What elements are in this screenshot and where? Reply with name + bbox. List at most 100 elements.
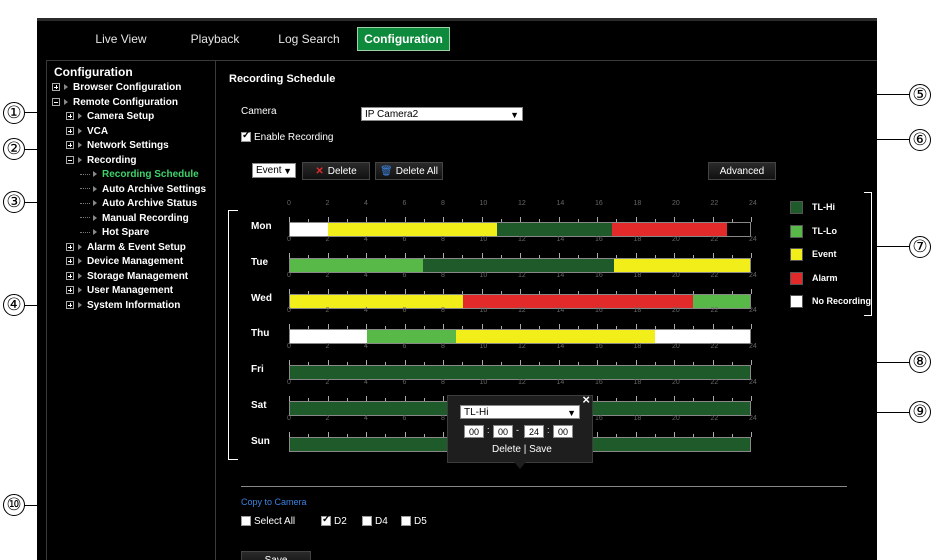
schedule-segment[interactable]: [423, 258, 615, 272]
arrow-icon: [93, 229, 97, 236]
sidebar-item-label: Hot Spare: [102, 227, 150, 238]
popup-separator: |: [523, 444, 527, 455]
plus-icon[interactable]: [66, 242, 74, 251]
record-type-select[interactable]: Event ▼: [252, 163, 296, 178]
schedule-segment[interactable]: [290, 223, 328, 236]
plus-icon[interactable]: [66, 257, 74, 266]
copy-camera-d4[interactable]: D4: [362, 516, 388, 527]
tab-configuration[interactable]: Configuration: [357, 27, 450, 51]
sidebar-item[interactable]: Remote Configuration: [52, 96, 178, 110]
popup-delete-link[interactable]: Delete: [492, 444, 521, 455]
tab-playback[interactable]: Playback: [175, 29, 255, 51]
hour-tick: [751, 217, 752, 222]
sidebar-item[interactable]: Hot Spare: [80, 226, 149, 240]
tab-log-search[interactable]: Log Search: [269, 29, 349, 51]
popup-save-link[interactable]: Save: [529, 444, 552, 455]
schedule-segment[interactable]: [654, 330, 750, 344]
hour-tick-label: 20: [672, 235, 680, 243]
minus-icon[interactable]: [52, 97, 60, 106]
minus-icon[interactable]: [66, 155, 74, 164]
popup-pointer: [514, 462, 526, 469]
sidebar-item[interactable]: Auto Archive Status: [80, 197, 197, 211]
sidebar-item[interactable]: Auto Archive Settings: [80, 183, 206, 197]
sidebar-item-label: Auto Archive Status: [102, 198, 198, 209]
hour-tick-label: 4: [364, 414, 368, 422]
enable-recording-checkbox[interactable]: [241, 130, 251, 143]
sidebar-item[interactable]: Storage Management: [66, 270, 188, 284]
plus-icon[interactable]: [66, 112, 74, 121]
delete-all-button[interactable]: 🗑 Delete All: [375, 162, 443, 180]
delete-button-label: Delete: [327, 166, 357, 177]
hour-tick-label: 8: [441, 343, 445, 351]
sidebar-item[interactable]: System Information: [66, 299, 180, 313]
plus-icon[interactable]: [66, 271, 74, 280]
plus-icon[interactable]: [66, 126, 74, 135]
plus-icon[interactable]: [52, 83, 60, 92]
plus-icon[interactable]: [66, 141, 74, 150]
schedule-segment[interactable]: [290, 258, 424, 272]
popup-type-select[interactable]: TL-Hi ▼: [460, 405, 580, 419]
schedule-segment[interactable]: [692, 294, 750, 308]
select-all-checkbox[interactable]: [241, 516, 251, 527]
schedule-segment[interactable]: [612, 223, 727, 236]
legend-label: TL-Hi: [812, 202, 835, 212]
delete-button[interactable]: ✕ Delete: [302, 162, 370, 180]
enable-recording[interactable]: Enable Recording: [241, 130, 334, 143]
sidebar-item[interactable]: Recording Schedule: [80, 168, 199, 182]
sidebar-item[interactable]: Manual Recording: [80, 212, 189, 226]
schedule-segment[interactable]: [290, 294, 463, 308]
schedule-segment[interactable]: [455, 330, 655, 344]
plus-icon[interactable]: [66, 300, 74, 309]
schedule-row[interactable]: [289, 365, 751, 381]
start-hour-input[interactable]: 00: [464, 425, 484, 438]
camera-select[interactable]: IP Camera2 ▼: [361, 107, 523, 121]
schedule-segment[interactable]: [614, 258, 750, 272]
schedule-segment[interactable]: [367, 330, 456, 344]
schedule-row[interactable]: [289, 293, 751, 309]
sidebar-item-label: Recording: [87, 154, 137, 166]
tab-live-view[interactable]: Live View: [81, 29, 161, 51]
schedule-segment[interactable]: [462, 294, 693, 308]
schedule-segment[interactable]: [290, 366, 750, 380]
sidebar-item[interactable]: Browser Configuration: [52, 81, 181, 95]
schedule-row[interactable]: [289, 329, 751, 345]
copy-camera-d2[interactable]: D2: [321, 514, 347, 527]
sidebar-item[interactable]: Recording: [66, 154, 136, 168]
sidebar-item[interactable]: Network Settings: [66, 139, 169, 153]
hour-tick-label: 16: [595, 379, 603, 386]
camera-d2-checkbox[interactable]: [321, 514, 331, 527]
schedule-row[interactable]: [289, 257, 751, 273]
plus-icon[interactable]: [66, 286, 74, 295]
hour-tick-label: 18: [633, 414, 642, 422]
sidebar-item[interactable]: User Management: [66, 284, 173, 298]
schedule-row[interactable]: [289, 222, 751, 237]
hour-tick-label: 20: [672, 343, 680, 351]
hour-tick-label: 8: [441, 307, 445, 315]
camera-d4-label: D4: [375, 516, 388, 527]
camera-d5-checkbox[interactable]: [401, 516, 411, 527]
arrow-icon: [78, 156, 82, 163]
save-button[interactable]: Save: [241, 551, 311, 560]
config-sidebar: Configuration Browser Configuration Remot…: [46, 60, 216, 560]
sidebar-item[interactable]: Alarm & Event Setup: [66, 241, 186, 255]
hour-tick-label: 18: [633, 200, 642, 207]
sidebar-item[interactable]: Camera Setup: [66, 110, 154, 124]
camera-d4-checkbox[interactable]: [362, 516, 372, 527]
hour-tick-label: 16: [595, 414, 603, 422]
close-icon[interactable]: ×: [582, 392, 590, 407]
hour-tick-label: 22: [710, 271, 719, 279]
hour-tick-label: 12: [518, 343, 526, 351]
schedule-segment[interactable]: [327, 223, 497, 236]
schedule-segment[interactable]: [290, 330, 368, 344]
copy-camera-d5[interactable]: D5: [401, 516, 427, 527]
select-all[interactable]: Select All: [241, 516, 295, 527]
callout-5: ⑤: [909, 84, 931, 106]
schedule-segment[interactable]: [497, 223, 612, 236]
sidebar-item[interactable]: VCA: [66, 125, 108, 139]
sidebar-item[interactable]: Device Management: [66, 255, 183, 269]
day-label: Sun: [251, 435, 270, 447]
end-hour-input[interactable]: 24: [524, 425, 544, 438]
start-min-input[interactable]: 00: [493, 425, 513, 438]
advanced-button[interactable]: Advanced: [708, 162, 776, 180]
end-min-input[interactable]: 00: [553, 425, 573, 438]
